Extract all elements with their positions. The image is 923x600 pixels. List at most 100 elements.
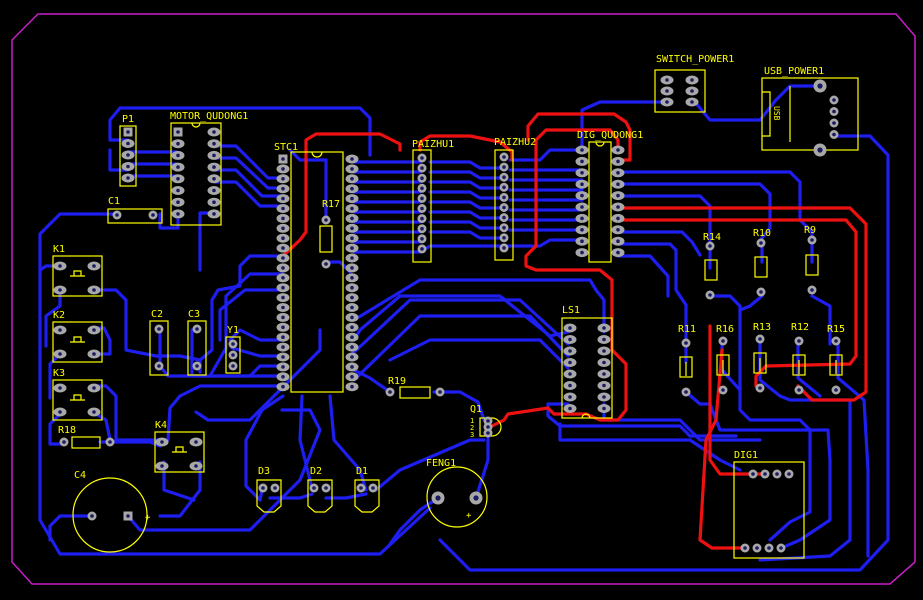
r16-pad (718, 385, 728, 395)
switch-pad (660, 86, 674, 96)
y1-pad (228, 339, 238, 349)
r17-pad (321, 259, 331, 269)
label-k3: K3 (53, 368, 65, 379)
label-feng: FENG1 (426, 458, 456, 469)
stc1-pad (345, 283, 359, 293)
p1-pad (121, 173, 135, 183)
label-k2: K2 (53, 310, 65, 321)
stc1-pad (276, 372, 290, 382)
dig-qudong-pad (575, 213, 589, 223)
ls1-pad (563, 404, 577, 413)
d2-pad (309, 483, 319, 493)
ls1-pad (563, 335, 577, 344)
dig1-pad (764, 543, 774, 553)
dig1-pad (740, 543, 750, 553)
motor-pad (207, 127, 221, 137)
stc1-pad (276, 164, 290, 174)
label-paizhu1: PAIZHU1 (412, 139, 454, 150)
stc1-pad (345, 303, 359, 312)
stc1-pad (276, 382, 290, 392)
label-r10: R10 (753, 228, 771, 239)
dig1-pad (776, 543, 786, 553)
r12-pad (794, 385, 804, 395)
stc1-pad (345, 312, 359, 322)
usb-pad (813, 79, 827, 93)
r11-pad (681, 387, 691, 397)
r16-pad (718, 336, 728, 346)
stc1-pad (345, 223, 359, 233)
ls1-pad (597, 323, 611, 333)
paizhu1-pad (417, 204, 427, 213)
dig-qudong-pad (575, 168, 589, 178)
key-pad (189, 461, 203, 471)
motor-pad (171, 197, 185, 207)
stc1-pad (345, 293, 359, 303)
key-pad (87, 349, 101, 359)
r12-pad (794, 336, 804, 346)
stc1-pad (276, 362, 290, 372)
dig-qudong-pad (575, 156, 589, 166)
stc1-pad (276, 204, 290, 213)
c3-pad (192, 324, 202, 334)
motor-pad (207, 174, 221, 184)
r18-pad (105, 437, 115, 447)
stc1-pad (276, 322, 290, 332)
dig-qudong-pad (611, 213, 625, 223)
ls1-pad (597, 404, 611, 413)
c1-pad (148, 210, 158, 220)
usb-pad (829, 95, 839, 105)
ls1-pad (563, 392, 577, 402)
r11-pad (681, 338, 691, 348)
stc1-pad (345, 322, 359, 332)
paizhu2-pad (499, 192, 509, 202)
dig1-pad (752, 543, 762, 553)
paizhu1-pad (417, 193, 427, 203)
p1-pad (121, 162, 135, 171)
motor-pad (171, 139, 185, 149)
d3-pad (258, 483, 268, 493)
dig-qudong-pad (575, 179, 589, 189)
dig-qudong-pad (611, 191, 625, 201)
dig-qudong-pad (611, 202, 625, 212)
paizhu1-pad (417, 234, 427, 244)
paizhu1-pad (417, 173, 427, 183)
feng-pad (469, 491, 483, 505)
motor-pad (171, 174, 185, 184)
ls1-pad (597, 369, 611, 379)
paizhu2-pad (499, 223, 509, 233)
motor-pad (171, 162, 185, 172)
motor-pad (207, 139, 221, 149)
stc1-pad (276, 194, 290, 204)
stc1-pad (276, 312, 290, 322)
dig-qudong-pad (611, 225, 625, 235)
label-c4-plus: + (145, 513, 151, 523)
paizhu2-pad (499, 243, 509, 253)
stc1-pad (276, 293, 290, 303)
feng-pad (431, 491, 445, 505)
label-r18: R18 (58, 425, 76, 436)
dig1-pad (772, 469, 782, 479)
paizhu1-pad (417, 163, 427, 173)
c4-pad (123, 511, 133, 521)
label-r11: R11 (678, 324, 696, 335)
d2-pad (321, 483, 331, 493)
stc1-pad (276, 223, 290, 233)
stc1-pad (276, 332, 290, 342)
motor-pad (207, 162, 221, 172)
paizhu2-pad (499, 162, 509, 172)
stc1-pad (345, 164, 359, 174)
key-pad (53, 383, 67, 393)
usb-pad (829, 130, 839, 139)
dig1-pad (784, 469, 794, 479)
motor-pad (207, 186, 221, 195)
label-r9: R9 (804, 225, 816, 236)
dig-qudong-pad (575, 248, 589, 258)
dig-qudong-pad (611, 248, 625, 258)
label-usb-text: USB (772, 106, 781, 121)
key-pad (87, 261, 101, 271)
stc1-pad (345, 352, 359, 362)
dig-qudong-pad (575, 145, 589, 155)
switch-pad (660, 75, 674, 85)
r18-pad (59, 437, 69, 447)
r14-pad (705, 290, 715, 300)
